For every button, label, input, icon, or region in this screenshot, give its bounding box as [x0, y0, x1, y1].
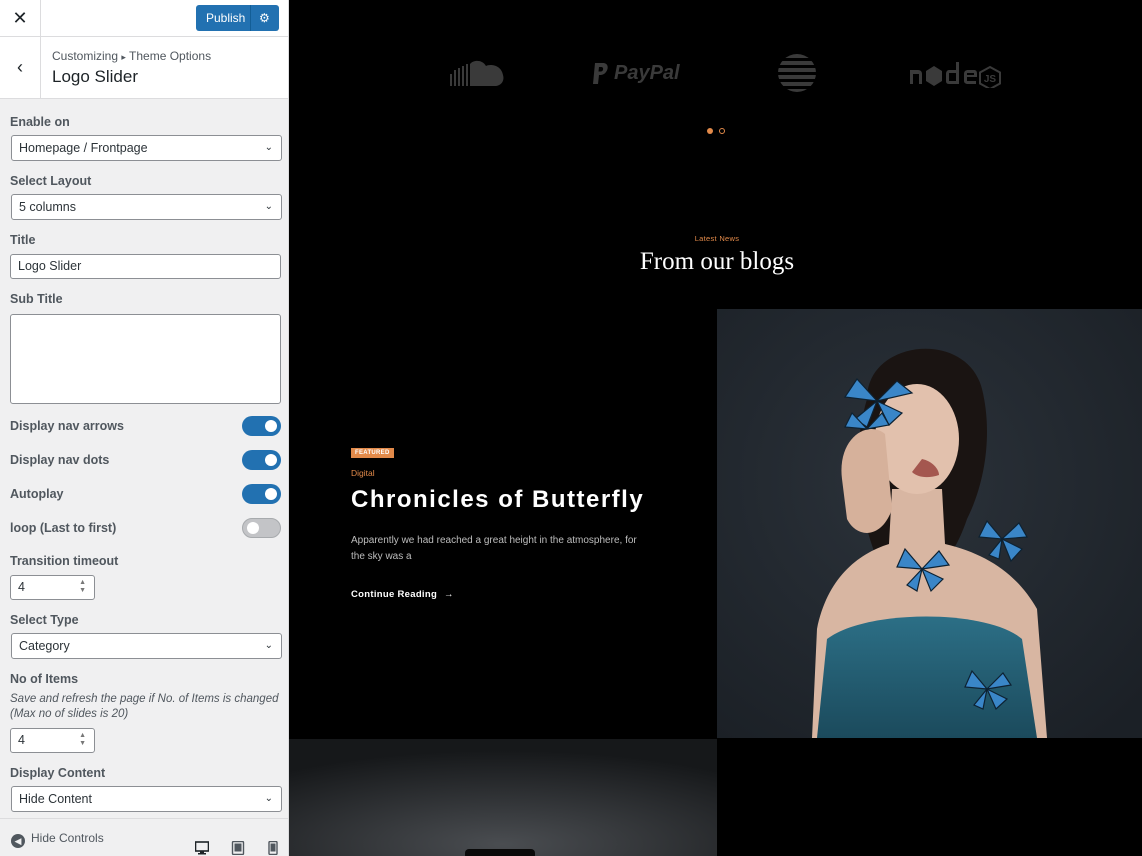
close-customizer-button[interactable]: ✕ [0, 0, 41, 36]
paypal-p-icon [593, 63, 608, 84]
number-spinner-icon[interactable]: ▲ ▼ [79, 732, 86, 748]
nav-arrows-toggle[interactable] [242, 416, 281, 436]
customizer-topbar: ✕ Publish ⚙ [0, 0, 288, 37]
section-header: ‹ Customizing ▸ Theme Options Logo Slide… [0, 37, 288, 99]
publish-divider [250, 5, 251, 31]
select-type-select[interactable]: Category ⌄ [11, 633, 282, 659]
customizer-footer: ◀ Hide Controls [0, 818, 288, 856]
paypal-logo: PayPal [592, 60, 687, 88]
featured-badge: FEATURED [351, 448, 394, 458]
customizer-sidebar: ✕ Publish ⚙ ‹ Customizing ▸ Theme Option… [0, 0, 289, 856]
hide-controls-button[interactable]: ◀ Hide Controls [11, 831, 104, 848]
no-of-items-input[interactable]: 4 ▲ ▼ [10, 728, 95, 753]
att-globe-logo [778, 54, 816, 92]
transition-timeout-input[interactable]: 4 ▲ ▼ [10, 575, 95, 600]
display-content-label: Display Content [10, 766, 106, 780]
chevron-down-icon: ⌄ [264, 201, 273, 212]
nav-dots-label: Display nav dots [10, 453, 110, 467]
loop-toggle[interactable] [242, 518, 281, 538]
tablet-preview-icon[interactable] [231, 841, 245, 855]
arrow-right-icon: → [444, 589, 454, 600]
site-preview: PayPal JS Latest News From our blogs FEA… [289, 0, 1142, 856]
select-type-label: Select Type [10, 613, 79, 627]
continue-reading-link[interactable]: Continue Reading → [351, 589, 454, 600]
slider-dot[interactable] [719, 128, 725, 134]
toggle-knob [265, 420, 277, 432]
no-of-items-hint: Save and refresh the page if No. of Item… [10, 693, 279, 720]
select-type-value: Category [19, 639, 70, 653]
select-layout-value: 5 columns [19, 200, 76, 214]
featured-post-image[interactable] [717, 309, 1142, 738]
transition-timeout-label: Transition timeout [10, 554, 119, 568]
section-title: Logo Slider [52, 67, 139, 86]
autoplay-toggle[interactable] [242, 484, 281, 504]
hide-controls-label: Hide Controls [31, 831, 104, 845]
post-category[interactable]: Digital [351, 468, 375, 478]
nav-dots-toggle[interactable] [242, 450, 281, 470]
nodejs-logo: JS [910, 62, 1001, 88]
publish-label: Publish [206, 11, 246, 25]
desktop-preview-icon[interactable] [195, 841, 209, 855]
transition-timeout-value: 4 [18, 580, 25, 594]
enable-on-label: Enable on [10, 115, 70, 129]
chevron-down-icon: ⌄ [264, 142, 273, 153]
title-label: Title [10, 233, 36, 247]
display-content-value: Hide Content [19, 792, 92, 806]
breadcrumb-root: Customizing [52, 49, 119, 63]
breadcrumb: Customizing ▸ Theme Options [52, 49, 211, 63]
enable-on-select[interactable]: Homepage / Frontpage ⌄ [11, 135, 282, 161]
title-input[interactable]: Logo Slider [10, 254, 281, 279]
secondary-post-image[interactable] [289, 739, 717, 856]
back-button[interactable]: ‹ [0, 37, 41, 98]
post-excerpt: Apparently we had reached a great height… [351, 535, 637, 562]
svg-text:JS: JS [984, 74, 997, 85]
chevron-left-icon: ‹ [17, 57, 23, 77]
mobile-preview-icon[interactable] [266, 841, 280, 855]
close-icon: ✕ [12, 8, 28, 28]
subtitle-textarea[interactable] [10, 314, 281, 404]
select-layout-select[interactable]: 5 columns ⌄ [11, 194, 282, 220]
loop-label: loop (Last to first) [10, 521, 117, 535]
enable-on-value: Homepage / Frontpage [19, 141, 148, 155]
breadcrumb-separator: ▸ [121, 52, 126, 62]
subtitle-label: Sub Title [10, 292, 63, 306]
paypal-wordmark: PayPal [614, 62, 680, 84]
no-of-items-value: 4 [18, 733, 25, 747]
display-content-select[interactable]: Hide Content ⌄ [11, 786, 282, 812]
blog-eyebrow: Latest News [694, 234, 740, 243]
nav-arrows-label: Display nav arrows [10, 419, 124, 433]
soundcloud-logo [450, 60, 504, 86]
chevron-down-icon: ⌄ [264, 793, 273, 804]
blog-section-title: From our blogs [639, 248, 795, 275]
autoplay-label: Autoplay [10, 487, 64, 501]
number-spinner-icon[interactable]: ▲ ▼ [79, 579, 86, 595]
toggle-knob [265, 488, 277, 500]
chevron-down-icon: ⌄ [264, 640, 273, 651]
continue-reading-label: Continue Reading [351, 589, 438, 600]
post-title[interactable]: Chronicles of Butterfly [351, 486, 644, 514]
slider-dot-active[interactable] [707, 128, 713, 134]
toggle-knob [247, 522, 259, 534]
publish-settings-gear-icon[interactable]: ⚙ [259, 5, 270, 31]
collapse-arrow-icon: ◀ [11, 834, 25, 848]
publish-button[interactable]: Publish ⚙ [196, 5, 279, 31]
no-of-items-label: No of Items [10, 672, 79, 686]
breadcrumb-parent: Theme Options [129, 49, 212, 63]
toggle-knob [265, 454, 277, 466]
select-layout-label: Select Layout [10, 174, 92, 188]
